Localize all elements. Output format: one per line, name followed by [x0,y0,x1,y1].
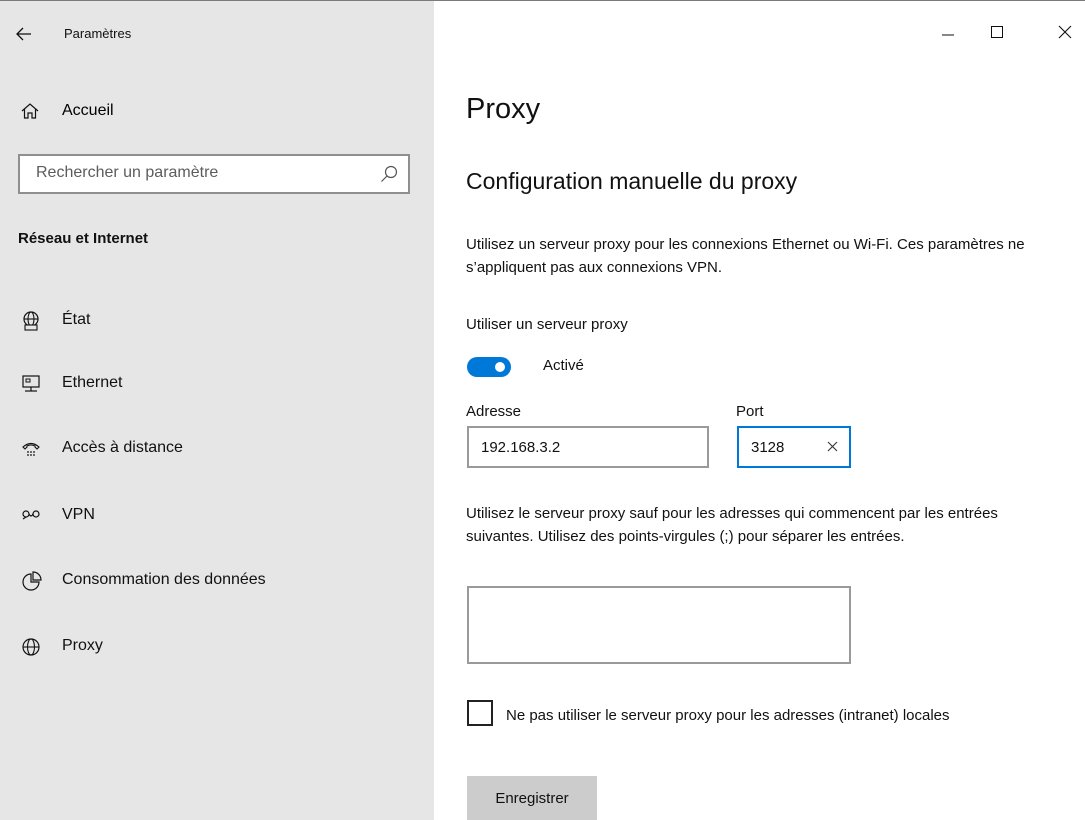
exceptions-description: Utilisez le serveur proxy sauf pour les … [466,505,998,545]
local-addresses-label: Ne pas utiliser le serveur proxy pour le… [506,707,950,724]
sidebar-item-acces-distance[interactable]: Accès à distance [0,427,434,471]
sidebar-item-label: Accès à distance [62,439,183,456]
sidebar-item-consommation[interactable]: Consommation des données [0,559,434,603]
globe-status-icon [23,311,39,331]
address-field[interactable] [467,426,709,468]
vpn-icon [22,510,40,520]
use-proxy-label: Utiliser un serveur proxy [466,316,628,333]
close-button[interactable] [1045,14,1085,50]
use-proxy-toggle[interactable] [467,357,511,377]
toggle-state-label: Activé [543,357,584,374]
search-icon[interactable] [380,165,398,183]
sidebar-item-label: Consommation des données [62,571,266,588]
ethernet-icon [22,375,40,392]
sidebar-item-proxy[interactable]: Proxy [0,625,434,669]
sidebar-item-label: VPN [62,506,95,523]
minimize-icon [942,34,954,36]
local-addresses-checkbox[interactable] [467,700,493,726]
sidebar-item-vpn[interactable]: VPN [0,494,434,538]
back-arrow-icon [16,27,31,41]
maximize-button[interactable] [977,14,1017,50]
exceptions-input[interactable] [477,594,837,654]
section-title: Configuration manuelle du proxy [466,168,798,194]
minimize-button[interactable] [928,14,968,50]
sidebar-item-etat[interactable]: État [0,299,434,343]
maximize-icon [991,25,1003,38]
home-icon [21,103,39,119]
port-input[interactable] [751,439,811,456]
settings-search[interactable] [18,154,410,194]
clear-icon[interactable] [823,438,841,456]
exceptions-field[interactable] [467,586,851,664]
port-label: Port [736,403,764,420]
app-title: Paramètres [64,26,132,41]
address-label: Adresse [466,403,522,420]
port-field[interactable] [737,426,851,468]
sidebar-item-ethernet[interactable]: Ethernet [0,362,434,406]
home-link[interactable]: Accueil [20,96,114,126]
page-title: Proxy [466,93,541,125]
dialup-icon [22,442,40,456]
globe-icon [22,638,40,656]
home-label: Accueil [62,102,114,119]
save-button[interactable]: Enregistrer [467,776,597,820]
section-heading: Réseau et Internet [18,230,149,247]
proxy-description: Utilisez un serveur proxy pour les conne… [466,236,1025,276]
sidebar-item-label: Ethernet [62,374,123,391]
address-input[interactable] [481,439,701,456]
toggle-knob [495,362,505,372]
sidebar-item-label: État [62,311,91,328]
data-usage-icon [22,571,42,591]
back-button[interactable] [10,18,38,48]
close-icon [1058,25,1072,39]
search-input[interactable] [36,164,376,182]
sidebar-item-label: Proxy [62,637,103,654]
